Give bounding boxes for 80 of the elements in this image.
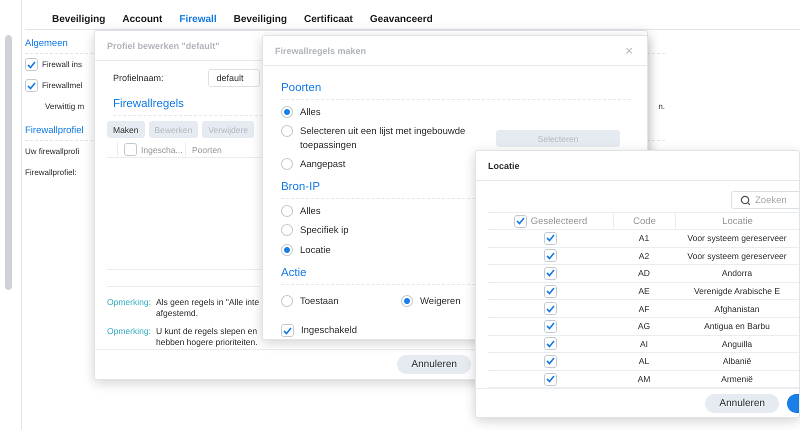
tab[interactable]: Certificaat (304, 14, 353, 25)
radio-button[interactable] (281, 244, 293, 256)
tab[interactable]: Account (122, 14, 162, 25)
checkbox-label: Ingeschakeld (301, 324, 357, 338)
tab[interactable]: Beveiliging (234, 14, 287, 25)
radio-button[interactable] (281, 158, 293, 170)
checkbox-label: Firewall ins (42, 60, 82, 69)
checkbox[interactable] (514, 214, 527, 228)
radio-button[interactable] (281, 205, 293, 218)
table-cell: A2 (613, 248, 675, 266)
tab[interactable]: Beveiliging (52, 14, 106, 25)
table-cell: Voor systeem gereserveer (675, 230, 799, 248)
setting-text: Verwittig m (44, 102, 84, 111)
note-label: Opmerking: (107, 297, 151, 309)
radio-label: Alles (300, 106, 321, 120)
checkbox[interactable] (544, 232, 557, 245)
toolbar-button[interactable]: Maken (107, 121, 145, 138)
note-text: U kunt de regels slepen en hebben hogere prioriteiten. (156, 326, 259, 349)
setting-text: Uw firewallprofi (25, 147, 80, 156)
setting-text: Firewallprofiel: (25, 168, 77, 177)
checkbox[interactable] (544, 320, 557, 333)
table-cell: AE (613, 282, 675, 300)
checkbox[interactable] (25, 79, 38, 92)
search-icon (740, 194, 751, 206)
radio-button[interactable] (281, 125, 293, 138)
checkbox[interactable] (544, 249, 557, 262)
cancel-button[interactable]: Annuleren (397, 354, 471, 374)
radio-button[interactable] (281, 106, 293, 118)
radio-label: Specifiek ip (300, 224, 349, 238)
table-cell: Verenigde Arabische E (675, 282, 799, 300)
table-cell: AG (613, 318, 675, 336)
confirm-button[interactable] (787, 394, 799, 413)
column-header: Code (613, 212, 675, 230)
radio-label: Alles (300, 205, 321, 218)
cancel-button[interactable]: Annuleren (705, 394, 779, 413)
table-cell: Antigua en Barbu (675, 318, 799, 336)
section-title: Poorten (281, 72, 631, 100)
radio-label: Locatie (300, 244, 331, 258)
scrollbar-thumb[interactable] (5, 35, 12, 290)
table-cell: Afghanistan (675, 300, 799, 318)
checkbox[interactable] (544, 372, 557, 386)
table-cell: Armenië (675, 370, 799, 388)
column-header: Ingescha... (117, 142, 185, 157)
radio-label: Toestaan (300, 295, 339, 308)
radio-button[interactable] (281, 295, 293, 308)
note-text: Als geen regels in "Alle inte afgestemd. (156, 297, 260, 320)
radio-button[interactable] (281, 224, 293, 236)
table-cell: AD (613, 265, 675, 283)
dialog-title: Locatie (488, 160, 520, 170)
dialog-title: Profiel bewerken "default" (107, 40, 220, 50)
checkbox[interactable] (544, 302, 557, 316)
checkbox[interactable] (544, 266, 557, 280)
input-field[interactable]: default (208, 68, 260, 86)
table-cell: A1 (613, 230, 675, 248)
table-cell: Anguilla (675, 336, 799, 354)
column-header: Locatie (675, 212, 799, 230)
radio-label: Weigeren (420, 295, 460, 308)
dialog-title: Firewallregels maken (275, 46, 366, 56)
checkbox[interactable] (544, 284, 557, 298)
note-label: Opmerking: (107, 326, 151, 338)
checkbox[interactable] (25, 58, 38, 71)
checkbox[interactable] (281, 324, 294, 338)
checkbox[interactable] (124, 143, 137, 156)
table-cell: Albanië (675, 353, 799, 371)
tab[interactable]: Geavanceerd (370, 14, 433, 25)
checkbox[interactable] (544, 337, 557, 350)
setting-text: n. (658, 102, 665, 111)
table-cell: AM (613, 370, 675, 388)
table-cell: AF (613, 300, 675, 318)
checkbox[interactable] (544, 354, 557, 368)
column-header: Geselecteerd (488, 212, 613, 230)
table-cell: Andorra (675, 265, 799, 283)
tab[interactable]: Firewall (179, 14, 217, 25)
radio-button[interactable] (401, 295, 413, 308)
table-cell: AI (613, 336, 675, 354)
table-cell: Voor systeem gereserveer (675, 248, 799, 266)
table-cell: AL (613, 353, 675, 371)
checkbox-label: Firewallmel (42, 81, 82, 90)
field-label: Profielnaam: (113, 72, 164, 82)
radio-label: Aangepast (300, 158, 346, 172)
